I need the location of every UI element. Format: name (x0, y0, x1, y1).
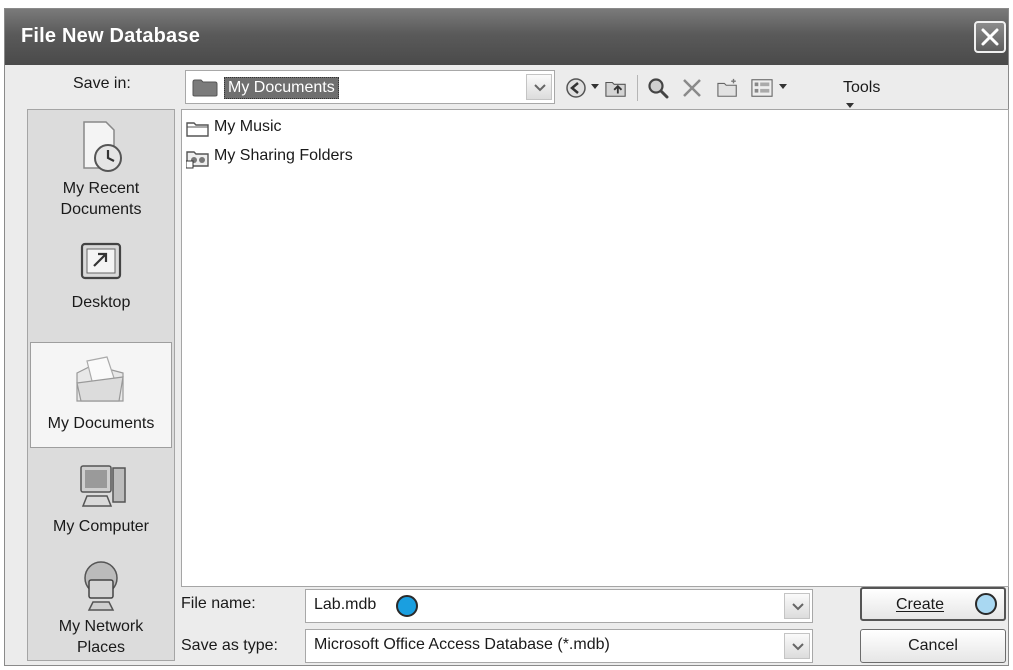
place-label: Desktop (71, 294, 131, 311)
place-label: Places (76, 639, 126, 656)
title-bar[interactable]: File New Database (5, 9, 1008, 65)
save-as-type-dropdown-button[interactable] (784, 633, 810, 659)
up-folder-icon[interactable] (605, 77, 627, 99)
tools-label: Tools (843, 79, 881, 96)
back-icon[interactable] (565, 77, 587, 99)
file-name-input[interactable]: Lab.mdb (305, 589, 813, 623)
place-label: My Documents (47, 415, 155, 432)
desktop-icon (80, 242, 122, 280)
tools-dropdown-icon (846, 102, 854, 108)
place-label: Documents (60, 201, 142, 218)
file-name-value: Lab.mdb (314, 596, 377, 613)
shared-folder-icon (186, 151, 209, 169)
cancel-button-label: Cancel (908, 637, 958, 654)
my-documents-icon (76, 356, 124, 402)
place-label: My Computer (52, 518, 150, 535)
new-folder-icon[interactable] (717, 77, 739, 99)
views-icon[interactable] (751, 77, 773, 99)
save-in-combo[interactable]: My Documents (185, 70, 555, 104)
folder-icon (186, 122, 209, 137)
file-new-database-dialog: File New Database Save in: My Documents (4, 8, 1009, 666)
place-label: My Network (58, 618, 144, 635)
recent-documents-icon (83, 121, 122, 172)
delete-icon[interactable] (681, 77, 703, 99)
cancel-button[interactable]: Cancel (860, 629, 1006, 663)
network-places-icon (84, 561, 118, 611)
save-in-dropdown-button[interactable] (526, 74, 552, 100)
search-web-icon[interactable] (647, 77, 669, 99)
window-title: File New Database (21, 25, 201, 47)
close-button[interactable] (974, 21, 1006, 53)
save-as-type-select[interactable]: Microsoft Office Access Database (*.mdb) (305, 629, 813, 663)
place-my-computer[interactable]: My Computer (28, 462, 174, 552)
save-as-type-label: Save as type: (181, 637, 278, 654)
place-label: My Recent (62, 180, 140, 197)
place-desktop[interactable]: Desktop (28, 240, 174, 330)
my-computer-icon (80, 465, 126, 507)
save-in-label: Save in: (73, 75, 131, 92)
annotation-marker (975, 593, 997, 615)
toolbar-separator (637, 75, 638, 101)
chevron-down-icon (792, 603, 804, 611)
file-name-dropdown-button[interactable] (784, 593, 810, 619)
folder-icon (192, 79, 218, 97)
chevron-down-icon (792, 643, 804, 651)
file-name-label: My Sharing Folders (214, 147, 353, 164)
chevron-down-icon (534, 84, 546, 92)
create-button-label: Create (895, 596, 945, 613)
annotation-marker (396, 595, 418, 617)
file-name-label: My Music (214, 118, 282, 135)
place-my-recent-documents[interactable]: My Recent Documents (28, 112, 174, 230)
place-my-documents[interactable]: My Documents (30, 342, 172, 448)
save-as-type-value: Microsoft Office Access Database (*.mdb) (314, 636, 610, 653)
back-dropdown-icon[interactable] (591, 84, 599, 90)
close-icon (981, 28, 999, 46)
places-bar: My Recent Documents Desktop My Documents (27, 109, 175, 661)
file-name-label: File name: (181, 595, 256, 612)
save-in-value: My Documents (224, 77, 339, 99)
place-my-network-places[interactable]: My Network Places (28, 560, 174, 660)
views-dropdown-icon[interactable] (779, 84, 787, 90)
file-list[interactable]: My Music My Sharing Folders (181, 109, 1009, 587)
